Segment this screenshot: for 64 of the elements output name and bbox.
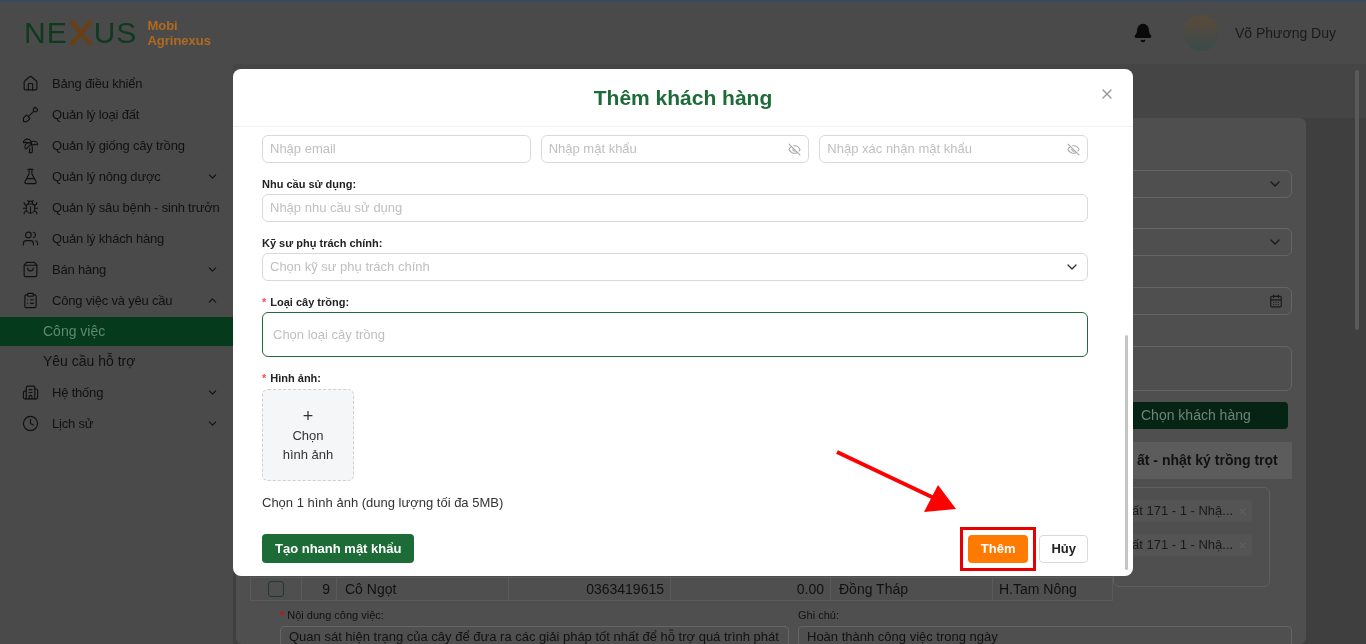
field-label: Ghi chú:	[798, 608, 840, 623]
field-label: Nội dung công việc:	[287, 608, 384, 623]
content-field[interactable]: Quan sát hiện trạng của cây để đưa ra các giải pháp tốt nhất để hỗ trợ quá trình phát	[280, 625, 789, 644]
sidebar-item[interactable]: Lịch sử	[0, 408, 233, 439]
input-field[interactable]: Nhập mật khẩu	[540, 135, 810, 163]
required-mark: *	[280, 608, 285, 623]
table-cell: 0.00	[670, 578, 830, 600]
sidebar-item[interactable]: Bảng điều khiển	[0, 68, 233, 99]
logo-text: US	[93, 18, 138, 48]
calendar-icon	[1269, 294, 1283, 308]
bug-icon	[22, 199, 39, 216]
building-icon	[22, 384, 39, 401]
sidebar-item[interactable]: Công việc và yêu cầu	[0, 285, 233, 316]
clipboard-icon	[22, 292, 39, 309]
field-label: Nhu cầu sử dụng:	[262, 177, 357, 192]
field-label: Loại cây trồng:	[270, 295, 350, 310]
eye-off-icon[interactable]	[1067, 142, 1080, 156]
flask-icon	[22, 168, 39, 185]
eye-off-icon[interactable]	[788, 142, 802, 156]
field-label: Hình ảnh:	[270, 371, 321, 386]
sidebar-item[interactable]: Quản lý loại đất	[0, 99, 233, 130]
field-label: Kỹ sư phụ trách chính:	[262, 236, 383, 251]
table-cell: H.Tam Nông	[992, 578, 1102, 600]
sidebar-item[interactable]: Quản lý khách hàng	[0, 223, 233, 254]
required-mark: *	[262, 295, 267, 310]
users-icon	[22, 230, 39, 247]
modal-title: Thêm khách hàng	[593, 84, 773, 111]
brand-name: Agrinexus	[147, 33, 211, 48]
upload-hint: Chọn 1 hình ảnh (dung lượng tối đa 5MB)	[262, 494, 505, 512]
input-field[interactable]: Nhập xác nhận mật khẩu	[819, 135, 1088, 163]
tag: ất 171 - 1 - Nhậ...	[1132, 500, 1253, 522]
shopping-bag-icon	[22, 261, 39, 278]
table-cell: 0363419615	[508, 578, 670, 600]
add-button[interactable]: Thêm	[967, 534, 1029, 563]
quick-password-button[interactable]: Tạo nhanh mật khẩu	[262, 534, 415, 563]
clock-icon	[22, 415, 39, 432]
table-cell: 9	[301, 578, 336, 600]
palm-tree-icon	[22, 137, 39, 154]
required-mark: *	[262, 371, 267, 386]
input-field[interactable]: Chọn loại cây trồng	[262, 312, 1088, 357]
image-upload-button[interactable]: + Chọn hình ảnh	[262, 389, 354, 481]
sidebar-item[interactable]: Bán hàng	[0, 254, 233, 285]
sidebar-item[interactable]: Hệ thống	[0, 377, 233, 408]
sidebar-item[interactable]: Quản lý nông dược	[0, 161, 233, 192]
scrollbar-thumb[interactable]	[1125, 335, 1128, 570]
select-field[interactable]: Chọn kỹ sư phụ trách chính	[262, 253, 1088, 281]
table-cell: Đồng Tháp	[830, 578, 992, 600]
note-field[interactable]: Hoàn thành công việc trong ngày	[798, 625, 1292, 644]
shovel-icon	[22, 106, 39, 123]
cancel-button[interactable]: Hủy	[1039, 534, 1088, 563]
input-field[interactable]: Nhập email	[262, 135, 531, 163]
home-icon	[22, 75, 39, 92]
row-checkbox[interactable]	[268, 581, 284, 597]
logo-x-icon	[67, 18, 94, 48]
submenu-item[interactable]: Yêu cầu hỗ trợ	[0, 347, 233, 376]
logo-text: NE	[24, 18, 68, 48]
table-cell: Cô Ngọt	[336, 578, 508, 600]
submenu-item[interactable]: Công việc	[0, 317, 233, 346]
sidebar-item[interactable]: Quản lý giống cây trồng	[0, 130, 233, 161]
input-field[interactable]: Nhập nhu cầu sử dụng	[262, 194, 1088, 222]
sidebar-item[interactable]: Quản lý sâu bệnh - sinh trưởn	[0, 192, 233, 223]
notification-bell-icon[interactable]	[1132, 23, 1153, 43]
tag: ất 171 - 1 - Nhậ...	[1132, 534, 1253, 556]
brand-name: Mobi	[147, 18, 179, 33]
